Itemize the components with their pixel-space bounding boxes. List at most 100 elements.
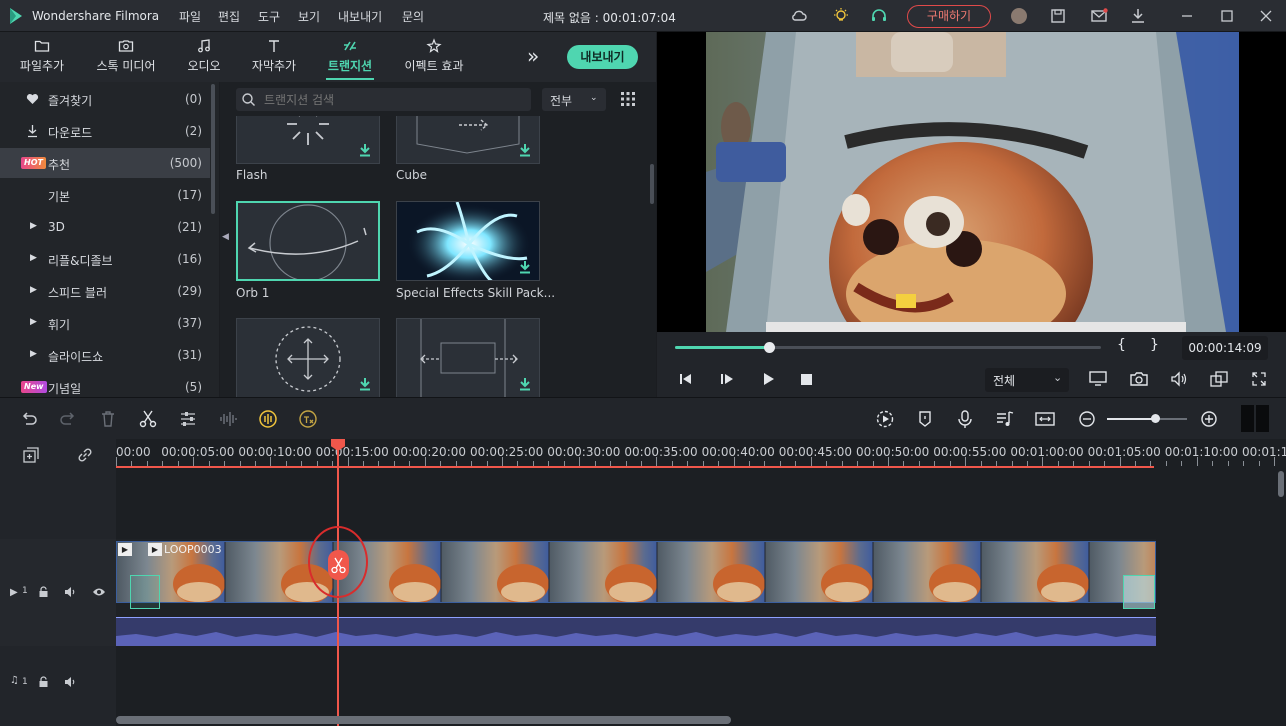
- sidebar-item-favorites[interactable]: 즐겨찾기 (0): [0, 84, 210, 114]
- mark-out-button[interactable]: }: [1150, 337, 1159, 353]
- timeline-horizontal-scrollbar[interactable]: [116, 716, 731, 724]
- cut-scissors-icon[interactable]: [137, 408, 159, 430]
- quality-dropdown[interactable]: 전체 ⌄: [985, 368, 1069, 392]
- tab-stock-media[interactable]: 스톡 미디어: [86, 36, 166, 80]
- transition-thumb-special-effects[interactable]: [396, 201, 540, 281]
- headset-icon[interactable]: [870, 7, 888, 25]
- expand-arrow-icon[interactable]: ▶: [30, 221, 37, 231]
- mail-icon[interactable]: [1090, 7, 1108, 25]
- save-icon[interactable]: [1049, 7, 1067, 25]
- export-button[interactable]: 내보내기: [567, 45, 638, 69]
- cloud-icon[interactable]: [790, 7, 808, 25]
- more-tabs-icon[interactable]: »: [527, 44, 539, 68]
- marker-icon[interactable]: [914, 408, 936, 430]
- zoom-out-icon[interactable]: [1076, 408, 1098, 430]
- track-volume-icon[interactable]: [64, 586, 77, 598]
- link-icon[interactable]: [76, 446, 94, 464]
- download-icon[interactable]: [359, 143, 371, 157]
- sidebar-item-3d[interactable]: ▶ 3D (21): [0, 212, 210, 242]
- speech-to-text-icon[interactable]: [297, 408, 319, 430]
- timeline-vertical-scrollbar[interactable]: [1278, 471, 1284, 497]
- eye-icon[interactable]: [92, 586, 106, 598]
- maximize-icon[interactable]: [1218, 7, 1236, 25]
- tab-titles[interactable]: 자막추가: [244, 36, 304, 80]
- sidebar-item-recommended[interactable]: HOT 추천 (500): [0, 148, 210, 178]
- add-track-icon[interactable]: [22, 446, 40, 464]
- tab-transitions[interactable]: 트랜지션: [318, 36, 382, 80]
- delete-icon[interactable]: [97, 408, 119, 430]
- close-icon[interactable]: [1257, 7, 1275, 25]
- sidebar-item-warp[interactable]: ▶ 휘기 (37): [0, 308, 210, 338]
- fullscreen-icon[interactable]: [1251, 371, 1267, 387]
- buy-button[interactable]: 구매하기: [907, 5, 991, 28]
- download-icon[interactable]: [519, 377, 531, 391]
- filter-dropdown[interactable]: 전부 ⌄: [542, 88, 606, 111]
- tab-audio[interactable]: 오디오: [178, 36, 230, 80]
- menu-view[interactable]: 보기: [298, 8, 320, 25]
- download-icon[interactable]: [519, 143, 531, 157]
- video-preview[interactable]: [657, 32, 1286, 332]
- sidebar-item-ripple-dissolve[interactable]: ▶ 리플&디졸브 (16): [0, 244, 210, 274]
- track-volume-icon[interactable]: [64, 676, 77, 688]
- preview-progress-track[interactable]: [675, 342, 1101, 353]
- transition-marker[interactable]: [130, 575, 160, 609]
- sidebar-item-basic[interactable]: 기본 (17): [0, 180, 210, 210]
- transition-thumb-flash[interactable]: [236, 116, 380, 164]
- microphone-icon[interactable]: [954, 408, 976, 430]
- transition-thumb-radial[interactable]: [236, 318, 380, 397]
- mark-in-button[interactable]: {: [1117, 337, 1126, 353]
- expand-arrow-icon[interactable]: ▶: [30, 285, 37, 295]
- menu-tools[interactable]: 도구: [258, 8, 280, 25]
- sidebar-item-slideshow[interactable]: ▶ 슬라이드쇼 (31): [0, 340, 210, 370]
- zoom-in-icon[interactable]: [1198, 408, 1220, 430]
- zoom-slider-knob[interactable]: [1151, 414, 1160, 423]
- menu-help[interactable]: 문의: [402, 8, 424, 25]
- expand-arrow-icon[interactable]: ▶: [30, 253, 37, 263]
- search-box[interactable]: [236, 88, 531, 111]
- tab-import[interactable]: 파일추가: [10, 36, 74, 80]
- split-scissors-button[interactable]: [328, 550, 349, 580]
- lock-icon[interactable]: [38, 586, 49, 598]
- panel-scrollbar[interactable]: [650, 164, 654, 204]
- transition-thumb-orb1[interactable]: [236, 201, 380, 282]
- grid-view-icon[interactable]: [621, 92, 635, 106]
- audio-stretch-icon[interactable]: [257, 408, 279, 430]
- snapshot-camera-icon[interactable]: [1130, 371, 1148, 387]
- volume-icon[interactable]: [1170, 371, 1188, 387]
- audio-mixer-icon[interactable]: [994, 408, 1016, 430]
- menu-file[interactable]: 파일: [179, 8, 201, 25]
- expand-arrow-icon[interactable]: ▶: [30, 317, 37, 327]
- adjust-sliders-icon[interactable]: [177, 408, 199, 430]
- lock-icon[interactable]: [38, 676, 49, 688]
- transition-marker[interactable]: [1123, 575, 1155, 609]
- menu-edit[interactable]: 편집: [218, 8, 240, 25]
- video-clip[interactable]: ▶ ▶ LOOP0003: [116, 539, 1156, 646]
- render-preview-icon[interactable]: [874, 408, 896, 430]
- audio-waveform-icon[interactable]: [217, 408, 239, 430]
- download-icon[interactable]: [519, 260, 531, 274]
- expand-arrow-icon[interactable]: ▶: [30, 349, 37, 359]
- crop-ratio-icon[interactable]: [1210, 371, 1228, 387]
- fit-timeline-icon[interactable]: [1034, 408, 1056, 430]
- stop-icon[interactable]: [801, 374, 812, 385]
- sidebar-item-downloads[interactable]: 다운로드 (2): [0, 116, 210, 146]
- tab-effects[interactable]: 이펙트 효과: [396, 36, 472, 80]
- search-input[interactable]: [264, 91, 519, 108]
- time-ruler[interactable]: 00:00 00:00:05:00 00:00:10:00 00:00:15:00 00…: [116, 439, 1286, 469]
- download-update-icon[interactable]: [1129, 7, 1147, 25]
- zoom-slider[interactable]: [1107, 414, 1187, 423]
- preview-progress-knob[interactable]: [763, 342, 775, 353]
- step-back-icon[interactable]: [679, 372, 693, 386]
- transition-thumb-cube[interactable]: [396, 116, 540, 164]
- transition-thumb-split[interactable]: [396, 318, 540, 397]
- lightbulb-icon[interactable]: [832, 7, 850, 25]
- menu-export[interactable]: 내보내기: [338, 8, 382, 25]
- redo-icon[interactable]: [57, 408, 79, 430]
- minimize-icon[interactable]: [1178, 7, 1196, 25]
- sidebar-scrollbar[interactable]: [211, 84, 215, 214]
- undo-icon[interactable]: [18, 408, 40, 430]
- avatar[interactable]: [1011, 8, 1027, 24]
- play-pause-icon[interactable]: [720, 372, 734, 386]
- display-settings-icon[interactable]: [1089, 371, 1107, 387]
- sidebar-item-speed-blur[interactable]: ▶ 스피드 블러 (29): [0, 276, 210, 306]
